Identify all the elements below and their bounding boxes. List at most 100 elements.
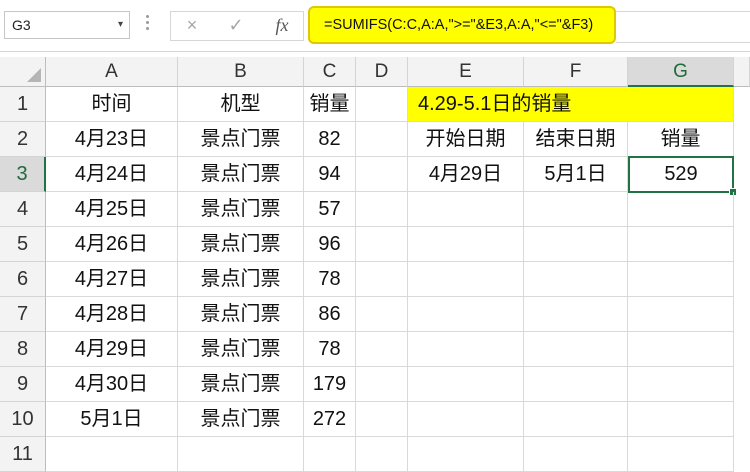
summary-header-end[interactable]: 结束日期 bbox=[524, 122, 628, 157]
cancel-icon[interactable]: × bbox=[178, 13, 206, 37]
table-cell-sales[interactable]: 179 bbox=[304, 367, 356, 402]
drag-handle-icon[interactable] bbox=[146, 12, 150, 36]
cell[interactable] bbox=[178, 437, 304, 472]
column-header-e[interactable]: E bbox=[408, 57, 524, 87]
row-header-3[interactable]: 3 bbox=[0, 157, 46, 192]
table-header-cell[interactable]: 机型 bbox=[178, 87, 304, 122]
column-header-b[interactable]: B bbox=[178, 57, 304, 87]
cell[interactable] bbox=[356, 402, 408, 437]
cell[interactable] bbox=[524, 262, 628, 297]
formula-input[interactable]: =SUMIFS(C:C,A:A,">="&E3,A:A,"<="&F3) bbox=[308, 6, 616, 44]
cell[interactable] bbox=[356, 192, 408, 227]
cell[interactable] bbox=[628, 332, 734, 367]
table-cell-sales[interactable]: 86 bbox=[304, 297, 356, 332]
summary-header-start[interactable]: 开始日期 bbox=[408, 122, 524, 157]
cell[interactable] bbox=[356, 87, 408, 122]
cell[interactable] bbox=[524, 437, 628, 472]
column-header-c[interactable]: C bbox=[304, 57, 356, 87]
row-header-4[interactable]: 4 bbox=[0, 192, 46, 227]
table-cell-type[interactable]: 景点门票 bbox=[178, 227, 304, 262]
cell[interactable] bbox=[356, 262, 408, 297]
cell[interactable] bbox=[524, 402, 628, 437]
cell[interactable] bbox=[524, 367, 628, 402]
table-cell-date[interactable]: 5月1日 bbox=[46, 402, 178, 437]
cell[interactable] bbox=[408, 367, 524, 402]
cell[interactable] bbox=[356, 227, 408, 262]
cell[interactable] bbox=[356, 297, 408, 332]
table-cell-sales[interactable]: 96 bbox=[304, 227, 356, 262]
table-cell-date[interactable]: 4月28日 bbox=[46, 297, 178, 332]
row-header-2[interactable]: 2 bbox=[0, 122, 46, 157]
cell[interactable] bbox=[304, 437, 356, 472]
cell[interactable] bbox=[524, 192, 628, 227]
table-cell-type[interactable]: 景点门票 bbox=[178, 332, 304, 367]
cell[interactable] bbox=[628, 367, 734, 402]
row-header-7[interactable]: 7 bbox=[0, 297, 46, 332]
cell[interactable] bbox=[524, 332, 628, 367]
table-cell-type[interactable]: 景点门票 bbox=[178, 192, 304, 227]
table-cell-sales[interactable]: 94 bbox=[304, 157, 356, 192]
row-header-10[interactable]: 10 bbox=[0, 402, 46, 437]
cell[interactable] bbox=[524, 297, 628, 332]
summary-start-date[interactable]: 4月29日 bbox=[408, 157, 524, 192]
column-header-g[interactable]: G bbox=[628, 57, 734, 87]
cell[interactable] bbox=[356, 157, 408, 192]
table-cell-sales[interactable]: 82 bbox=[304, 122, 356, 157]
table-cell-date[interactable]: 4月23日 bbox=[46, 122, 178, 157]
chevron-down-icon[interactable]: ▾ bbox=[118, 12, 123, 38]
selected-cell-g3[interactable]: 529 bbox=[628, 156, 734, 193]
table-header-cell[interactable]: 销量 bbox=[304, 87, 356, 122]
table-cell-type[interactable]: 景点门票 bbox=[178, 297, 304, 332]
cell[interactable] bbox=[408, 437, 524, 472]
column-header-a[interactable]: A bbox=[46, 57, 178, 87]
table-cell-date[interactable]: 4月30日 bbox=[46, 367, 178, 402]
cell[interactable] bbox=[356, 122, 408, 157]
cell[interactable] bbox=[628, 297, 734, 332]
cell[interactable] bbox=[628, 192, 734, 227]
table-cell-date[interactable]: 4月27日 bbox=[46, 262, 178, 297]
table-header-cell[interactable]: 时间 bbox=[46, 87, 178, 122]
column-header-h[interactable] bbox=[734, 57, 750, 87]
cell[interactable] bbox=[628, 227, 734, 262]
row-header-5[interactable]: 5 bbox=[0, 227, 46, 262]
cell[interactable] bbox=[524, 227, 628, 262]
cell[interactable] bbox=[628, 437, 734, 472]
formula-input-extension[interactable] bbox=[616, 11, 750, 43]
name-box[interactable]: G3 ▾ bbox=[4, 11, 130, 39]
cell[interactable] bbox=[408, 402, 524, 437]
select-all-button[interactable] bbox=[0, 57, 46, 87]
table-cell-date[interactable]: 4月29日 bbox=[46, 332, 178, 367]
row-header-11[interactable]: 11 bbox=[0, 437, 46, 472]
table-cell-date[interactable]: 4月25日 bbox=[46, 192, 178, 227]
table-cell-sales[interactable]: 78 bbox=[304, 262, 356, 297]
cell[interactable] bbox=[356, 367, 408, 402]
summary-end-date[interactable]: 5月1日 bbox=[524, 157, 628, 192]
table-cell-sales[interactable]: 57 bbox=[304, 192, 356, 227]
row-header-8[interactable]: 8 bbox=[0, 332, 46, 367]
row-header-9[interactable]: 9 bbox=[0, 367, 46, 402]
table-cell-type[interactable]: 景点门票 bbox=[178, 157, 304, 192]
table-cell-sales[interactable]: 272 bbox=[304, 402, 356, 437]
column-header-f[interactable]: F bbox=[524, 57, 628, 87]
summary-header-sales[interactable]: 销量 bbox=[628, 122, 734, 157]
cell[interactable] bbox=[408, 262, 524, 297]
table-cell-sales[interactable]: 78 bbox=[304, 332, 356, 367]
cell[interactable] bbox=[356, 332, 408, 367]
enter-icon[interactable]: ✓ bbox=[222, 13, 250, 37]
column-header-d[interactable]: D bbox=[356, 57, 408, 87]
cell[interactable] bbox=[408, 227, 524, 262]
cell[interactable] bbox=[356, 437, 408, 472]
cell[interactable] bbox=[408, 192, 524, 227]
table-cell-date[interactable]: 4月26日 bbox=[46, 227, 178, 262]
table-cell-type[interactable]: 景点门票 bbox=[178, 402, 304, 437]
cell[interactable] bbox=[408, 332, 524, 367]
row-header-6[interactable]: 6 bbox=[0, 262, 46, 297]
insert-function-icon[interactable]: fx bbox=[268, 13, 296, 37]
table-cell-type[interactable]: 景点门票 bbox=[178, 367, 304, 402]
cell[interactable] bbox=[628, 262, 734, 297]
table-cell-type[interactable]: 景点门票 bbox=[178, 122, 304, 157]
cell[interactable] bbox=[628, 402, 734, 437]
row-header-1[interactable]: 1 bbox=[0, 87, 46, 122]
summary-title-cell[interactable]: 4.29-5.1日的销量 bbox=[408, 87, 734, 122]
cell[interactable] bbox=[46, 437, 178, 472]
